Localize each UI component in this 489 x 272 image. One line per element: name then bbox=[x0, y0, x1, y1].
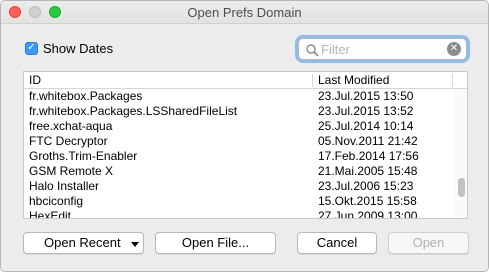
column-header-last-modified[interactable]: Last Modified bbox=[318, 73, 389, 87]
row-id: Groths.Trim-Enabler bbox=[29, 149, 138, 163]
chevron-down-icon bbox=[131, 242, 139, 247]
open-recent-label: Open Recent bbox=[44, 235, 121, 250]
row-last-modified: 15.Okt.2015 15:58 bbox=[318, 194, 417, 208]
row-id: FTC Decryptor bbox=[29, 134, 108, 148]
cancel-button[interactable]: Cancel bbox=[297, 232, 377, 254]
table-row[interactable]: FTC Decryptor 05.Nov.2011 21:42 bbox=[24, 134, 454, 149]
table-row[interactable]: GSM Remote X 21.Mai.2005 15:48 bbox=[24, 164, 454, 179]
column-divider bbox=[452, 74, 453, 87]
row-last-modified: 25.Jul.2014 10:14 bbox=[318, 119, 414, 133]
open-recent-button[interactable]: Open Recent bbox=[23, 232, 144, 254]
row-last-modified: 23.Jul.2006 15:23 bbox=[318, 179, 414, 193]
row-id: Halo Installer bbox=[29, 179, 100, 193]
row-id: hbciconfig bbox=[29, 194, 84, 208]
scroll-thumb[interactable] bbox=[458, 178, 465, 197]
table-body: fr.whitebox.Packages 23.Jul.2015 13:50 f… bbox=[24, 89, 454, 219]
open-button[interactable]: Open bbox=[388, 232, 469, 254]
table-row[interactable]: hbciconfig 15.Okt.2015 15:58 bbox=[24, 194, 454, 209]
table-row[interactable]: free.xchat-aqua 25.Jul.2014 10:14 bbox=[24, 119, 454, 134]
row-last-modified: 17.Feb.2014 17:56 bbox=[318, 149, 419, 163]
domains-table[interactable]: ID Last Modified fr.whitebox.Packages 23… bbox=[23, 71, 468, 219]
open-file-button[interactable]: Open File... bbox=[155, 232, 276, 254]
row-id: free.xchat-aqua bbox=[29, 119, 113, 133]
column-divider[interactable] bbox=[312, 74, 313, 87]
column-header-id[interactable]: ID bbox=[29, 73, 41, 87]
dialog-window: Open Prefs Domain ✓ Show Dates ✕ ID Last… bbox=[0, 0, 489, 272]
row-id: fr.whitebox.Packages bbox=[29, 89, 143, 103]
show-dates-label[interactable]: Show Dates bbox=[43, 41, 113, 56]
vertical-scrollbar[interactable] bbox=[454, 89, 467, 218]
checkmark-icon: ✓ bbox=[27, 42, 36, 53]
row-last-modified: 23.Jul.2015 13:50 bbox=[318, 89, 414, 103]
row-last-modified: 27.Jun.2009 13:00 bbox=[318, 209, 418, 219]
search-icon bbox=[306, 44, 319, 57]
title-bar: Open Prefs Domain bbox=[1, 1, 488, 24]
row-id: HexEdit bbox=[29, 209, 72, 219]
table-header: ID Last Modified bbox=[24, 72, 467, 89]
show-dates-option[interactable]: ✓ Show Dates bbox=[25, 40, 113, 56]
row-id: GSM Remote X bbox=[29, 164, 114, 178]
table-row[interactable]: Halo Installer 23.Jul.2006 15:23 bbox=[24, 179, 454, 194]
window-title: Open Prefs Domain bbox=[187, 5, 302, 20]
table-row[interactable]: Groths.Trim-Enabler 17.Feb.2014 17:56 bbox=[24, 149, 454, 164]
row-last-modified: 23.Jul.2015 13:52 bbox=[318, 104, 414, 118]
row-last-modified: 21.Mai.2005 15:48 bbox=[318, 164, 418, 178]
table-row[interactable]: HexEdit 27.Jun.2009 13:00 bbox=[24, 209, 454, 219]
filter-input[interactable] bbox=[321, 41, 441, 57]
show-dates-checkbox[interactable]: ✓ bbox=[25, 41, 38, 55]
row-id: fr.whitebox.Packages.LSSharedFileList bbox=[29, 104, 238, 118]
search-field[interactable]: ✕ bbox=[298, 38, 467, 60]
clear-search-icon[interactable]: ✕ bbox=[447, 42, 461, 56]
row-last-modified: 05.Nov.2011 21:42 bbox=[318, 134, 418, 148]
table-row[interactable]: fr.whitebox.Packages.LSSharedFileList 23… bbox=[24, 104, 454, 119]
table-row[interactable]: fr.whitebox.Packages 23.Jul.2015 13:50 bbox=[24, 89, 454, 104]
